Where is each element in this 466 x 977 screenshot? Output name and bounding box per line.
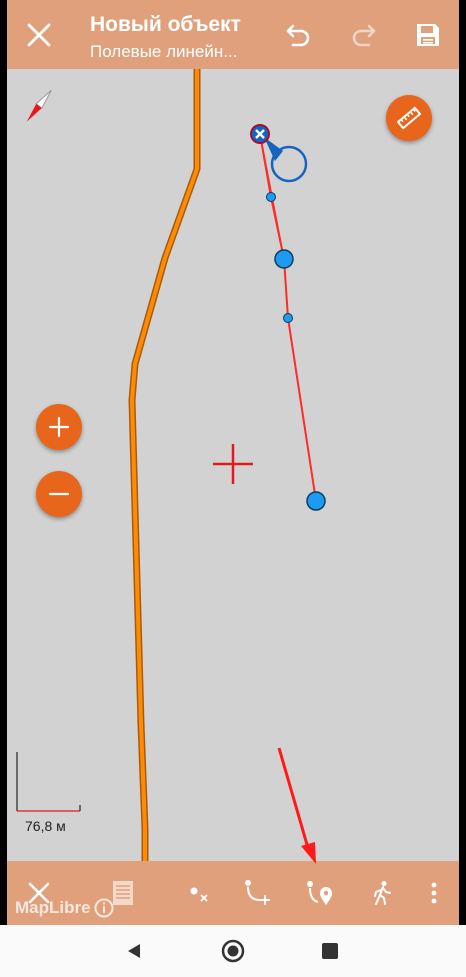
annotation-arrow (277, 747, 316, 864)
back-button[interactable] (118, 935, 150, 967)
home-button[interactable] (217, 935, 249, 967)
back-icon (128, 944, 140, 958)
recents-button[interactable] (314, 935, 346, 967)
system-nav-bar (0, 925, 466, 977)
recents-icon (322, 943, 338, 959)
home-icon (221, 939, 245, 963)
